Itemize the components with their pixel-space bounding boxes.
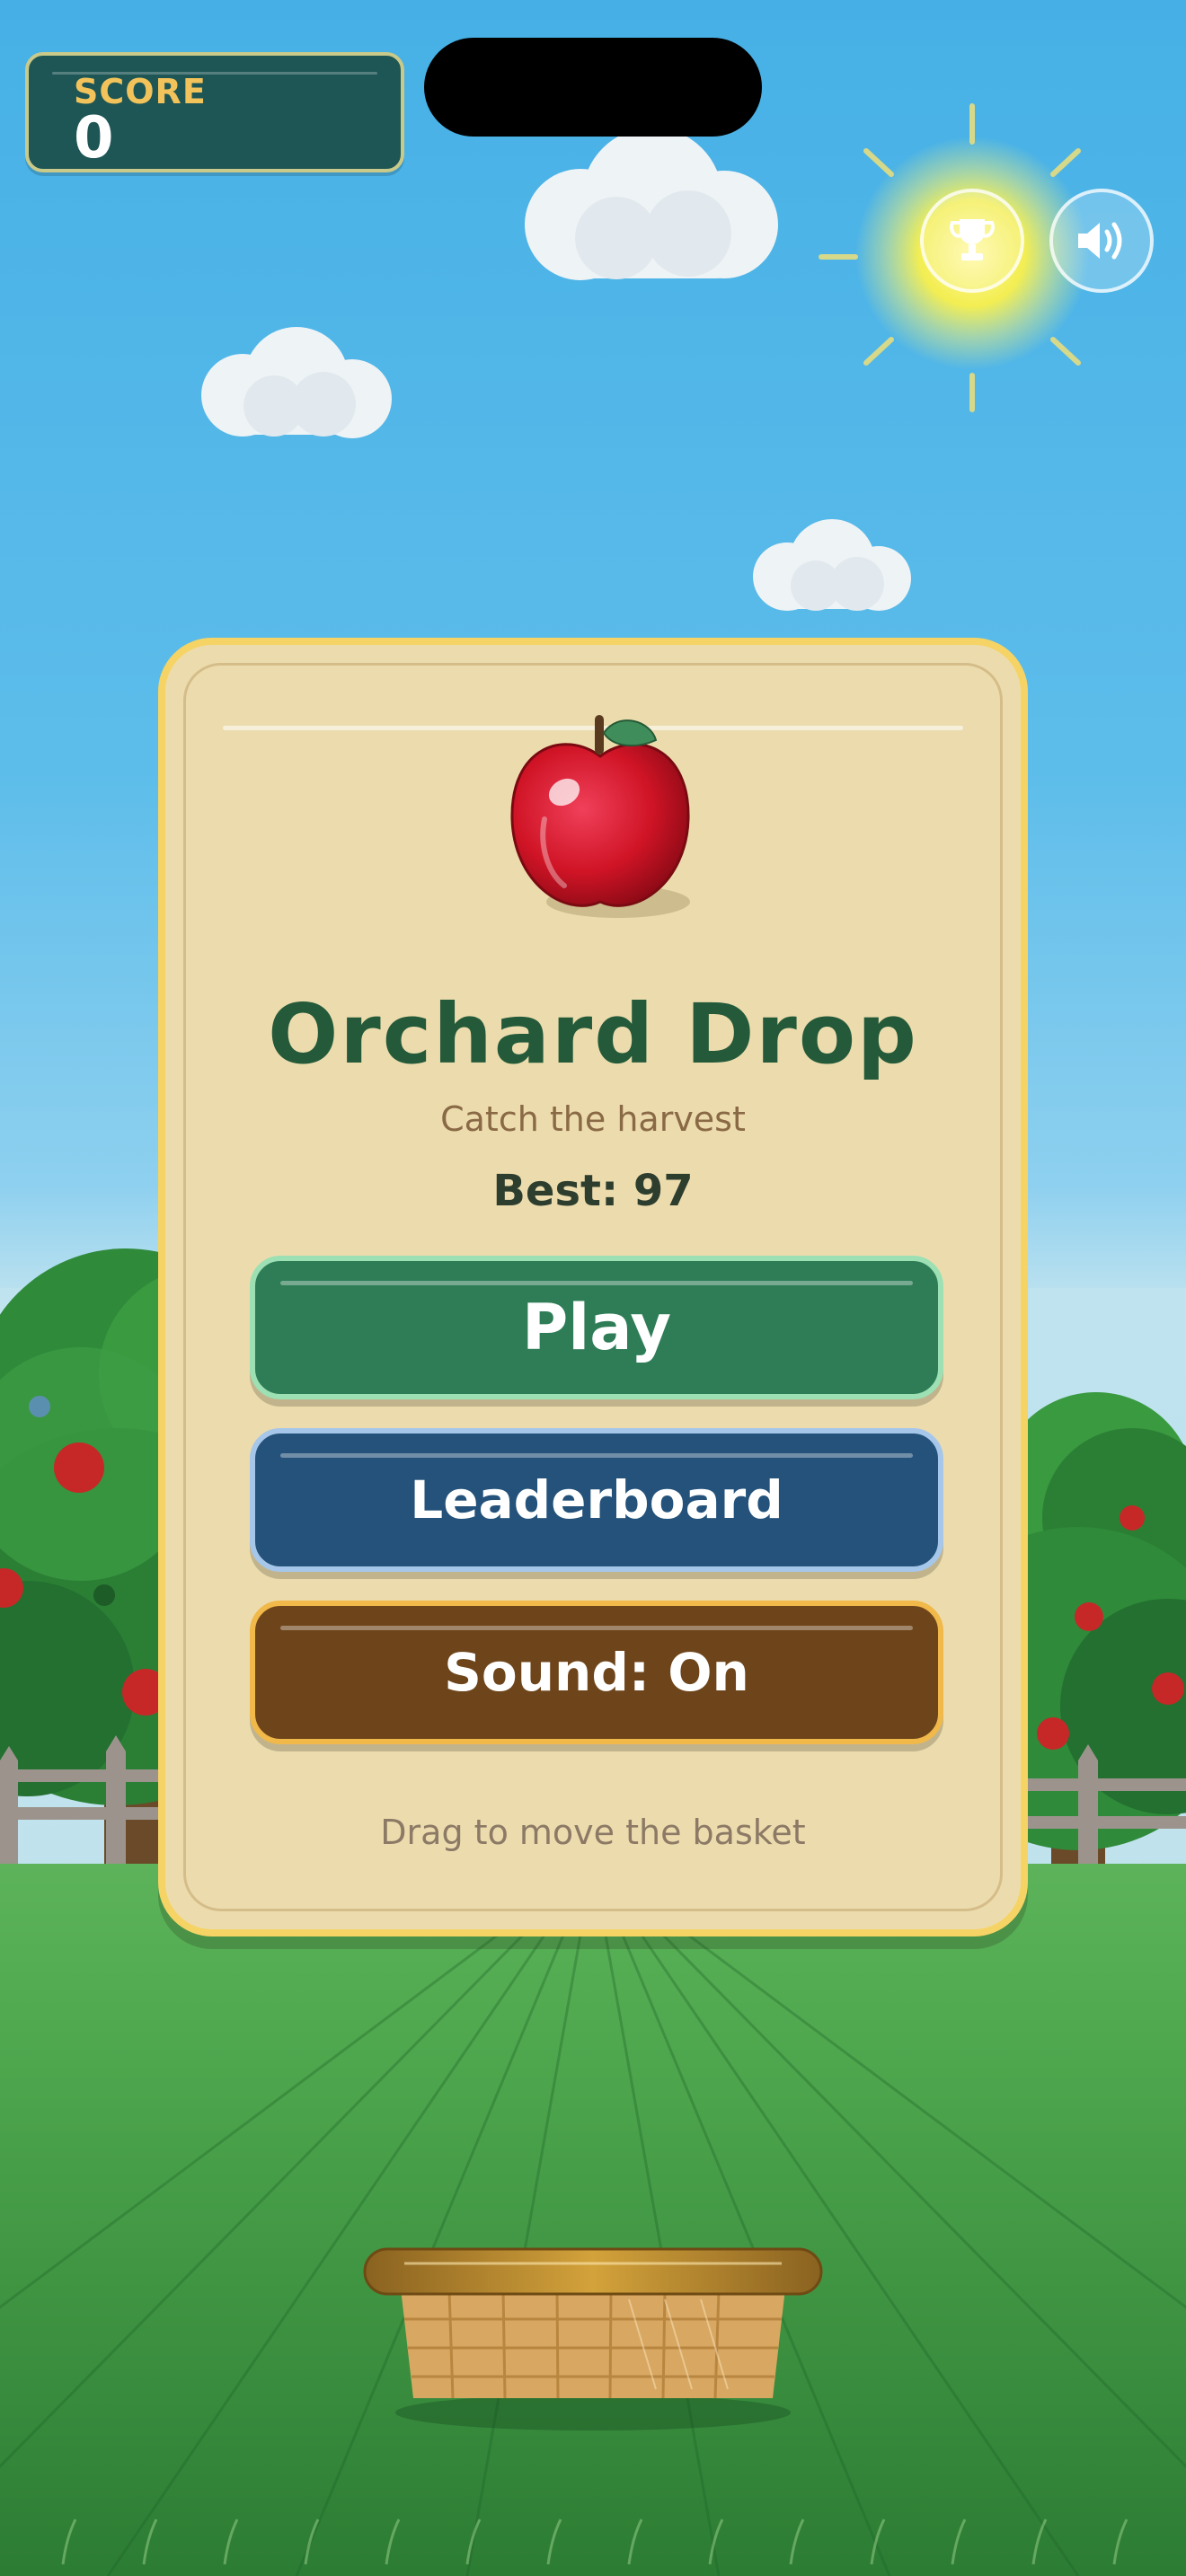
speaker-icon — [1078, 222, 1122, 260]
camera-notch — [424, 38, 762, 137]
score-panel: SCORE 0 — [25, 52, 404, 172]
cloud — [525, 128, 778, 280]
trophy-icon — [950, 219, 995, 260]
instruction-hint: Drag to move the basket — [380, 1813, 806, 1852]
sound-toggle-button[interactable]: Sound: On — [250, 1601, 943, 1744]
button-shine — [280, 1453, 913, 1458]
leaderboard-button[interactable] — [920, 189, 1024, 293]
cloud — [201, 327, 392, 438]
best-score: Best: 97 — [492, 1166, 694, 1216]
basket[interactable] — [359, 2236, 827, 2434]
button-shine — [280, 1281, 913, 1285]
grass-rows — [0, 1864, 1186, 2576]
play-button[interactable]: Play — [250, 1256, 943, 1399]
button-shine — [280, 1626, 913, 1630]
sound-toggle-label: Sound: On — [444, 1642, 749, 1703]
apple-icon — [510, 715, 690, 918]
score-value: 0 — [74, 105, 114, 172]
leaderboard-menu-button[interactable]: Leaderboard — [250, 1428, 943, 1572]
play-button-label: Play — [521, 1291, 671, 1364]
main-menu-card: Orchard Drop Catch the harvest Best: 97 … — [158, 638, 1028, 1936]
game-scene: SCORE 0 Orchard Drop Catch the harvest B… — [0, 0, 1186, 2576]
sound-button[interactable] — [1049, 189, 1154, 293]
game-title: Orchard Drop — [268, 986, 918, 1082]
game-subtitle: Catch the harvest — [440, 1099, 746, 1139]
leaderboard-button-label: Leaderboard — [410, 1469, 783, 1531]
cloud — [753, 519, 911, 611]
